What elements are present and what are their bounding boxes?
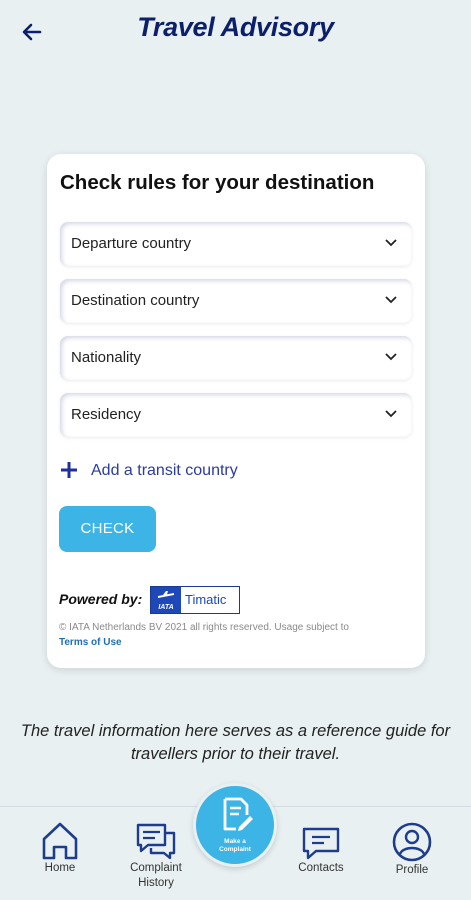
select-label: Departure country <box>71 235 192 252</box>
nav-profile[interactable]: Profile <box>385 821 439 878</box>
copyright-text: © IATA Netherlands BV 2021 all rights re… <box>59 620 415 650</box>
departure-country-select[interactable]: Departure country <box>60 222 412 266</box>
nav-home-label: Home <box>44 862 76 874</box>
select-label: Residency <box>71 406 142 423</box>
destination-country-select[interactable]: Destination country <box>60 279 412 323</box>
iata-timatic-logo: IATA Timatic <box>150 586 240 614</box>
nav-contacts-label: Contacts <box>298 862 344 874</box>
iata-text: IATA <box>158 604 174 611</box>
add-transit-label: Add a transit country <box>91 462 238 479</box>
nav-contacts[interactable]: Contacts <box>290 825 352 876</box>
chevron-down-icon <box>385 296 397 304</box>
chat-icon <box>136 823 176 860</box>
select-label: Destination country <box>71 292 200 309</box>
nav-complaint-history-label: Complaint History <box>130 862 182 889</box>
chevron-down-icon <box>385 239 397 247</box>
page-title: Travel Advisory <box>137 12 334 42</box>
info-text: The travel information here serves as a … <box>20 722 451 763</box>
app-header: Travel Advisory <box>0 0 471 60</box>
select-label: Nationality <box>71 349 142 366</box>
home-icon <box>42 822 78 860</box>
chevron-down-icon <box>385 410 397 418</box>
plus-icon <box>61 462 77 478</box>
timatic-text: Timatic <box>185 592 227 607</box>
rules-card: Check rules for your destination Departu… <box>47 154 425 668</box>
make-complaint-label: Make a Complaint <box>219 838 251 853</box>
nav-profile-label: Profile <box>395 864 429 876</box>
make-complaint-button[interactable]: Make a Complaint <box>193 783 277 867</box>
terms-of-use-link[interactable]: Terms of Use <box>59 637 122 648</box>
copyright-line: © IATA Netherlands BV 2021 all rights re… <box>59 622 349 633</box>
nationality-select[interactable]: Nationality <box>60 336 412 380</box>
nav-complaint-history[interactable]: Complaint History <box>122 821 190 891</box>
iata-logo: IATA <box>151 587 181 613</box>
user-icon <box>392 822 432 862</box>
residency-select[interactable]: Residency <box>60 393 412 437</box>
document-edit-icon <box>223 797 253 831</box>
check-button[interactable]: CHECK <box>59 506 156 552</box>
powered-by-label: Powered by: <box>59 591 143 607</box>
nav-home[interactable]: Home <box>36 821 84 876</box>
card-title: Check rules for your destination <box>60 171 375 194</box>
plane-icon <box>158 591 174 598</box>
message-icon <box>302 827 340 860</box>
chevron-down-icon <box>385 353 397 361</box>
